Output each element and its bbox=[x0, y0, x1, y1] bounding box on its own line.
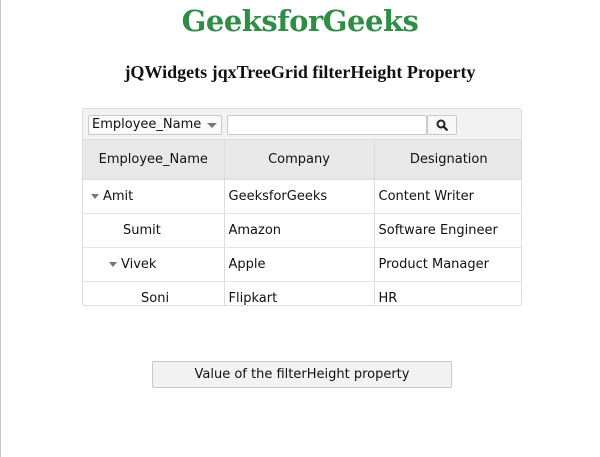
cell-designation: Software Engineer bbox=[374, 213, 521, 248]
cell-designation: HR bbox=[378, 291, 398, 306]
cell-company: Apple bbox=[224, 247, 375, 282]
page-subtitle: jQWidgets jqxTreeGrid filterHeight Prope… bbox=[124, 62, 476, 82]
chevron-down-icon bbox=[207, 123, 217, 128]
tree-grid: Employee_Name Employee_Name Company Desi… bbox=[82, 108, 522, 306]
filter-search-button[interactable] bbox=[427, 115, 457, 135]
header-row: Employee_Name Company Designation bbox=[83, 140, 521, 180]
employee-name: Sumit bbox=[123, 223, 161, 238]
expand-toggle-icon[interactable] bbox=[109, 262, 117, 267]
cell-employee-name: Sumit bbox=[83, 213, 225, 248]
page-brand-title: GeeksforGeeks bbox=[181, 4, 419, 38]
filter-column-label: Employee_Name bbox=[92, 117, 202, 132]
cell-employee-name: Vivek bbox=[83, 247, 225, 282]
search-icon bbox=[436, 119, 448, 131]
cell-employee-name: Soni bbox=[83, 281, 225, 306]
table-row[interactable]: Amit GeeksforGeeks Content Writer bbox=[83, 179, 521, 214]
expand-toggle-icon[interactable] bbox=[91, 194, 99, 199]
table-row[interactable]: Sumit Amazon Software Engineer bbox=[83, 213, 521, 248]
cell-employee-name: Amit bbox=[83, 179, 225, 214]
filter-bar: Employee_Name bbox=[83, 109, 521, 140]
filter-column-select[interactable]: Employee_Name bbox=[88, 115, 222, 135]
filter-height-value-button[interactable]: Value of the filterHeight property bbox=[152, 361, 452, 388]
employee-name: Soni bbox=[141, 291, 170, 306]
cell-designation: Product Manager bbox=[374, 247, 521, 282]
table-row[interactable]: Vivek Apple Product Manager bbox=[83, 247, 521, 282]
cell-designation: Content Writer bbox=[374, 179, 521, 214]
filter-input[interactable] bbox=[227, 115, 427, 135]
employee-name: Vivek bbox=[121, 257, 157, 272]
cell-company: GeeksforGeeks bbox=[224, 179, 375, 214]
column-header-company[interactable]: Company bbox=[224, 140, 375, 180]
table-row[interactable]: Soni Flipkart HR bbox=[83, 281, 521, 306]
cell-company: Amazon bbox=[224, 213, 375, 248]
grid-table: Employee_Name Company Designation Amit G… bbox=[83, 140, 521, 306]
cell-company: Flipkart bbox=[224, 281, 375, 305]
column-header-designation[interactable]: Designation bbox=[374, 140, 521, 180]
column-header-employee-name[interactable]: Employee_Name bbox=[83, 140, 225, 180]
employee-name: Amit bbox=[103, 189, 134, 204]
